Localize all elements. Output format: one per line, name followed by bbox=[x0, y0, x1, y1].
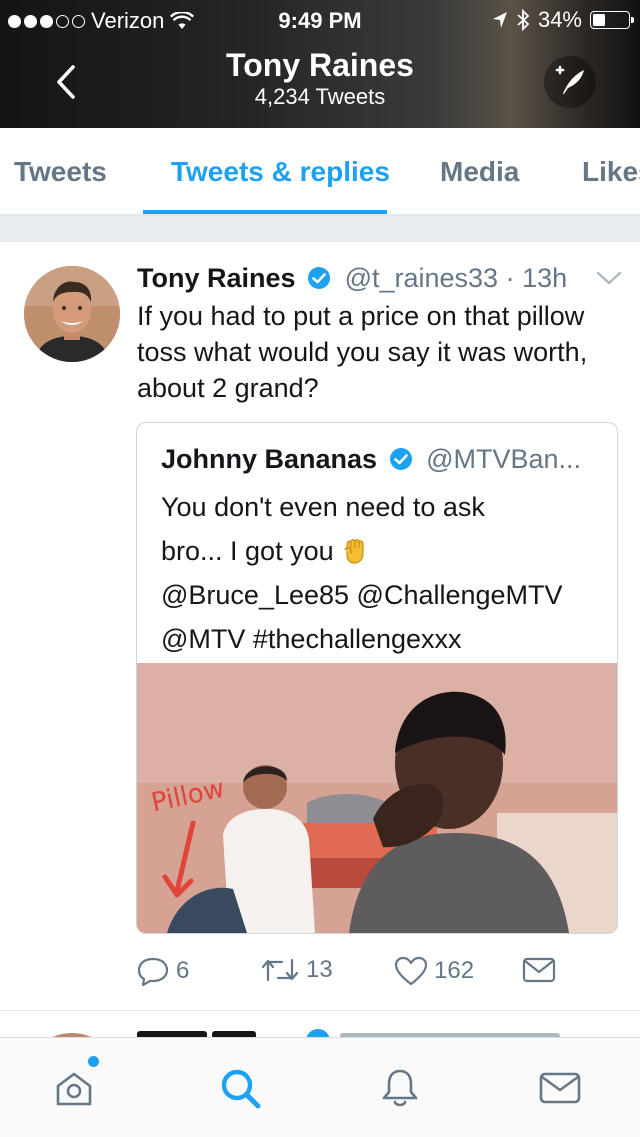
tab-tweets[interactable]: Tweets bbox=[14, 156, 107, 188]
quoted-text-line-with-emoji: bro... I got you bbox=[161, 529, 601, 573]
reply-count: 6 bbox=[176, 957, 190, 984]
search-icon bbox=[221, 1069, 261, 1109]
battery-percent: 34% bbox=[537, 7, 582, 32]
quoted-author-handle: @MTVBan... bbox=[426, 444, 582, 474]
like-count: 162 bbox=[434, 957, 475, 984]
header-profile-name: Tony Raines bbox=[226, 47, 414, 83]
direct-message-button[interactable] bbox=[522, 956, 556, 984]
tweet-header: Tony Raines @t_raines33 · 13h bbox=[137, 260, 617, 296]
active-tab-indicator bbox=[143, 210, 387, 214]
location-arrow-icon bbox=[492, 12, 507, 28]
header-title-block: Tony Raines 4,234 Tweets bbox=[120, 46, 520, 110]
quoted-text-line: @Bruce_Lee85 @ChallengeMTV bbox=[161, 580, 563, 610]
quoted-tweet-media[interactable]: Pillow bbox=[137, 663, 617, 933]
compose-tweet-button[interactable] bbox=[544, 56, 596, 108]
home-new-content-dot bbox=[88, 1056, 99, 1067]
like-button[interactable]: 162 bbox=[394, 956, 474, 986]
messages-envelope-icon bbox=[539, 1072, 581, 1104]
retweet-button[interactable]: 13 bbox=[260, 956, 333, 984]
quoted-text-line: You don't even need to ask bbox=[161, 492, 485, 522]
quoted-tweet-text: You don't even need to ask bro... I got … bbox=[161, 485, 601, 661]
retweet-icon bbox=[261, 958, 299, 982]
tab-home[interactable] bbox=[50, 1064, 98, 1112]
quoted-text-line: bro... I got you bbox=[161, 536, 334, 566]
tweet-timestamp: 13h bbox=[522, 263, 568, 293]
battery-icon bbox=[590, 11, 634, 29]
timeline-separator bbox=[0, 216, 640, 243]
avatar-photo bbox=[24, 266, 120, 362]
next-tweet-peek[interactable] bbox=[0, 1011, 640, 1037]
notifications-bell-icon bbox=[382, 1069, 418, 1107]
tweet-text: If you had to put a price on that pillow… bbox=[137, 301, 588, 403]
tweet-actions: 6 13 162 bbox=[136, 956, 616, 992]
status-right: 34% bbox=[492, 7, 634, 33]
caret-down-icon bbox=[596, 271, 622, 285]
tab-messages[interactable] bbox=[536, 1064, 584, 1112]
compose-tweet-icon bbox=[555, 65, 584, 94]
bottom-tab-bar bbox=[0, 1037, 640, 1137]
author-avatar[interactable] bbox=[24, 266, 120, 362]
profile-tabs: Tweets Tweets & replies Media Likes bbox=[0, 128, 640, 216]
tweet-author-name[interactable]: Tony Raines bbox=[137, 263, 296, 293]
retweet-count: 13 bbox=[306, 956, 333, 983]
tab-media[interactable]: Media bbox=[440, 156, 519, 188]
home-icon bbox=[56, 1072, 92, 1106]
tab-likes[interactable]: Likes bbox=[582, 156, 640, 188]
back-button[interactable] bbox=[46, 62, 86, 102]
reply-button[interactable]: 6 bbox=[136, 956, 189, 986]
verified-badge-icon bbox=[308, 267, 331, 289]
header-tweet-count: 4,234 Tweets bbox=[254, 84, 386, 109]
profile-header: Verizon 9:49 PM 34% Tony Raines 4,234 Tw… bbox=[0, 0, 640, 128]
tweet-options-button[interactable] bbox=[596, 270, 622, 291]
bluetooth-icon bbox=[517, 9, 530, 31]
quoted-text-line: @MTV #thechallengexxx bbox=[161, 624, 462, 654]
reply-icon bbox=[137, 957, 169, 986]
direct-message-icon bbox=[522, 957, 556, 983]
quoted-author-name: Johnny Bananas bbox=[161, 444, 378, 474]
tab-notifications[interactable] bbox=[376, 1064, 424, 1112]
status-bar: Verizon 9:49 PM 34% bbox=[0, 0, 640, 40]
tab-tweets-and-replies[interactable]: Tweets & replies bbox=[171, 156, 390, 188]
quoted-tweet-header: Johnny Bananas @MTVBan... bbox=[161, 441, 601, 477]
tab-search[interactable] bbox=[216, 1064, 264, 1112]
like-heart-icon bbox=[394, 956, 428, 986]
quoted-tweet[interactable]: Johnny Bananas @MTVBan... You don't even… bbox=[136, 422, 618, 934]
tweet-header-separator: · bbox=[505, 263, 515, 293]
next-tweet-avatar bbox=[52, 1029, 560, 1037]
verified-badge-icon bbox=[389, 448, 412, 470]
tweet-author-handle[interactable]: @t_raines33 bbox=[345, 263, 499, 293]
back-chevron-icon bbox=[57, 65, 75, 99]
tweet-card[interactable]: Tony Raines @t_raines33 · 13h If you had… bbox=[0, 242, 640, 1011]
raised-fist-emoji-icon bbox=[344, 539, 364, 564]
